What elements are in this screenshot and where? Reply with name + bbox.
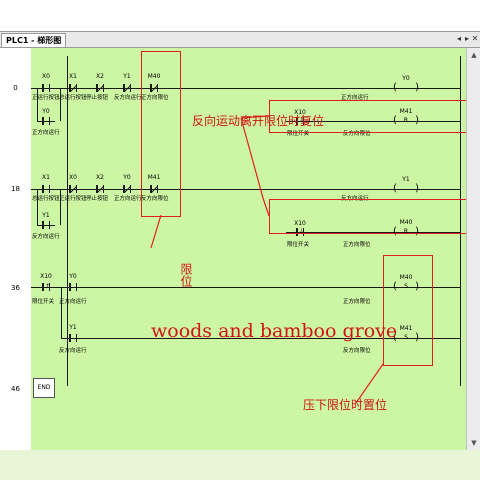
ladder-canvas[interactable]: X0 正运行按钮 X1 总运行按钮 X2 停止按钮 Y1 反方向运行 M40 正… [31,48,466,451]
tab-prev-icon[interactable]: ◂ [455,34,463,44]
bottom-strip [0,450,480,480]
contact-label: X0 [42,73,50,80]
coil-comment: 正方向限位 [343,242,371,248]
contact-comment: 正方向运行 [114,196,142,202]
close-icon[interactable]: ✕ [471,34,479,44]
branch-wire [60,189,61,225]
scroll-up-icon[interactable]: ▲ [469,50,479,60]
contact-comment: 反方向运行 [114,95,142,101]
contact-label: Y1 [42,212,50,219]
vertical-scrollbar[interactable]: ▲ ▼ [466,48,480,451]
contact-comment: 反方向运行 [32,234,60,240]
contact-comment: 正运行按钮 [59,196,87,202]
reset-highlight-box [269,199,466,234]
contact-x1[interactable] [39,185,53,193]
contact-x10-pulse[interactable]: ↑ [39,283,53,291]
contact-label: X2 [96,174,104,181]
annotation-limit: 限位 [179,263,193,287]
contact-label: X10 [40,273,52,280]
contact-comment: 正方向运行 [32,130,60,136]
contact-comment: 停止按钮 [86,95,109,101]
contact-y0-holding[interactable] [39,117,53,125]
contact-label: X1 [42,174,50,181]
contact-x2[interactable] [93,185,107,193]
coil-y0[interactable]: () [393,83,419,93]
contact-y1-holding[interactable] [39,221,53,229]
contact-label: Y0 [123,174,131,181]
branch-wire [37,189,38,225]
limit-highlight-box [141,51,181,217]
ladder-editor[interactable]: 0 18 36 46 X0 正运行按钮 X1 总运行按钮 X2 停止按钮 Y1 … [0,48,466,451]
coil-label: Y0 [402,75,410,82]
contact-label: X0 [69,174,77,181]
contact-label: X1 [69,73,77,80]
annotation-press-set: 压下限位时置位 [303,398,388,412]
step-number: 18 [11,185,20,193]
coil-comment: 反方向限位 [343,348,371,354]
tab-next-icon[interactable]: ▸ [463,34,471,44]
coil-comment: 正方向限位 [343,299,371,305]
step-number: 0 [13,84,18,92]
contact-comment: 限位开关 [287,242,310,248]
contact-label: Y1 [123,73,131,80]
contact-label: X2 [96,73,104,80]
contact-y1[interactable] [120,84,134,92]
scroll-down-icon[interactable]: ▼ [469,438,479,448]
end-instruction[interactable]: END [33,378,55,398]
contact-y0[interactable] [66,283,80,291]
contact-x0[interactable] [66,185,80,193]
contact-comment: 总运行按钮 [59,95,87,101]
contact-label: Y0 [69,273,77,280]
tab-bar: PLC1 - 梯形图 ◂ ▸ ✕ [0,32,480,48]
step-number: 36 [11,284,20,292]
annotation-limit-reset: 反向运动离开限位时复位 [192,114,325,128]
contact-comment: 停止按钮 [86,196,109,202]
coil-y1[interactable]: () [393,184,419,194]
contact-comment: 反方向运行 [59,348,87,354]
contact-x0[interactable] [39,84,53,92]
branch-wire [60,88,61,121]
step-gutter: 0 18 36 46 [0,48,32,451]
ladder-editor-window: PLC1 - 梯形图 ◂ ▸ ✕ 0 18 36 46 X0 正运行按钮 X1 … [0,31,480,451]
contact-comment: 正方向运行 [59,299,87,305]
step-number: 46 [11,385,20,393]
tab-plc1-ladder[interactable]: PLC1 - 梯形图 [1,33,67,47]
contact-x2[interactable] [93,84,107,92]
set-highlight-box [383,255,433,366]
contact-comment: 限位开关 [32,299,55,305]
contact-x1[interactable] [66,84,80,92]
contact-y1[interactable] [66,334,80,342]
contact-label: Y0 [42,108,50,115]
coil-label: Y1 [402,176,410,183]
top-strip [0,0,480,30]
branch-wire [37,88,38,121]
contact-y0[interactable] [120,185,134,193]
contact-label: Y1 [69,324,77,331]
watermark-text: woods and bamboo grove [151,320,398,342]
